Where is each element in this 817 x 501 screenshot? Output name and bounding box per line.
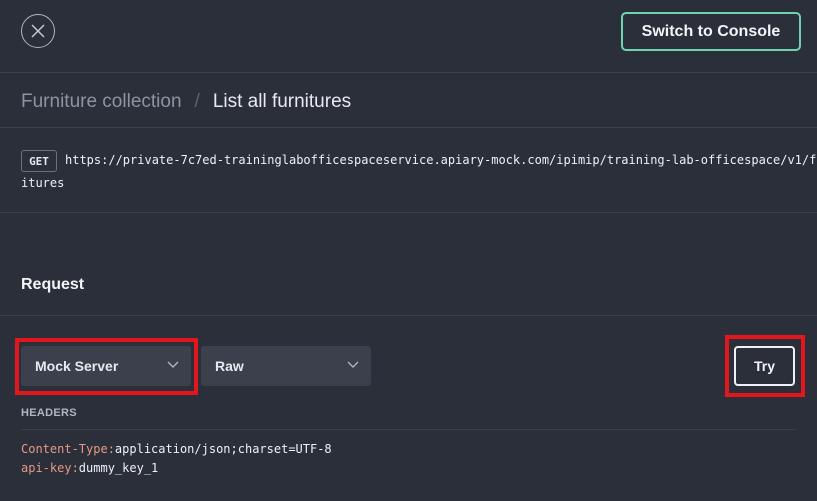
endpoint-url-continued: itures [21,176,65,190]
headers-label: HEADERS [21,407,77,419]
divider [0,212,817,213]
header-row: Content-Type:application/json;charset=UT… [21,442,332,456]
page-title: List all furnitures [212,91,352,112]
breadcrumb: Furniture collection / List all furnitur… [21,90,351,114]
chevron-down-icon [347,361,359,368]
switch-to-console-button[interactable]: Switch to Console [621,12,801,51]
header-row: api-key:dummy_key_1 [21,461,158,475]
try-button-highlight [725,335,805,397]
server-select-highlight [15,338,198,395]
top-bar: Switch to Console [0,0,817,73]
request-section-title: Request [21,276,85,293]
close-icon [31,24,45,38]
format-select[interactable]: Raw [201,346,371,386]
endpoint-url: https://private-7c7ed-traininglaboffices… [65,153,817,167]
header-value: application/json;charset=UTF-8 [114,442,332,456]
header-key: api-key: [21,461,79,475]
header-key: Content-Type: [21,442,115,456]
breadcrumb-parent-link[interactable]: Furniture collection [21,91,182,113]
close-button[interactable] [21,14,55,48]
header-value: dummy_key_1 [78,461,159,475]
http-method-badge: GET [21,150,57,172]
divider [0,127,817,128]
divider [0,315,817,316]
breadcrumb-separator: / [194,91,200,112]
format-select-value: Raw [215,358,244,374]
divider [21,429,796,430]
